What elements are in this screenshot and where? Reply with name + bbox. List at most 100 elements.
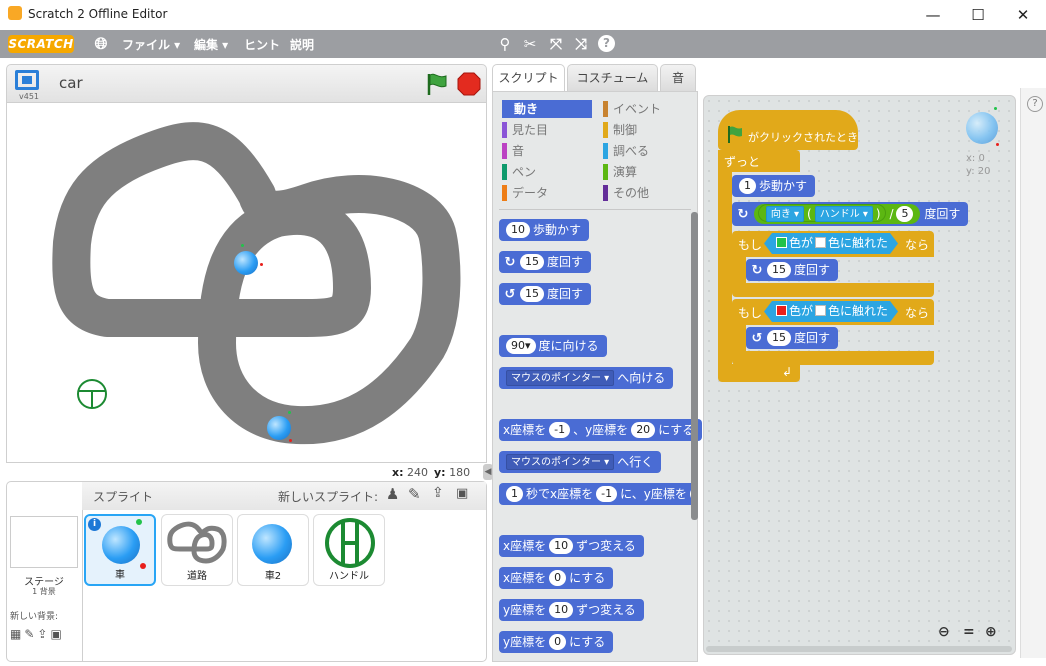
fullscreen-icon[interactable] [15,70,39,90]
scratch-logo[interactable]: SCRATCH [8,35,74,53]
upload-icon[interactable]: ⇪ [432,485,444,501]
block-palette: 動き 見た目 音 ペン データ イベント 制御 調べる 演算 その他 10 歩動か… [492,91,703,662]
color-touching-condition-2[interactable]: 色が 色に触れた [764,301,898,322]
color-touching-condition-1[interactable]: 色が 色に触れた [764,233,898,254]
menu-about[interactable]: 説明 [290,36,314,53]
car-sprite[interactable] [234,251,258,275]
block-change-x[interactable]: x座標を 10 ずつ変える [499,535,644,557]
red-sensor [260,263,263,266]
block-point-direction[interactable]: 90▾ 度に向ける [499,335,607,357]
category-motion[interactable]: 動き [502,100,592,118]
turn-left-icon: ↺ [504,287,516,302]
block-move[interactable]: 10 歩動かす [499,219,590,241]
script-turn-left[interactable]: ↺ 15 度回す [746,327,839,349]
globe-icon[interactable]: 🌐︎ [92,35,110,53]
menu-edit[interactable]: 編集 ▾ [194,36,228,53]
close-button[interactable]: ✕ [1000,0,1046,30]
help-question-icon[interactable]: ? [1027,96,1043,112]
category-data[interactable]: データ [502,184,548,202]
zoom-in-icon[interactable]: ⊕ [985,624,997,640]
block-goto[interactable]: マウスのポインター ▾ へ行く [499,451,662,473]
handle-sprite[interactable] [75,377,109,411]
cut-icon[interactable]: ✂ [521,35,539,53]
menu-bar: SCRATCH 🌐︎ ファイル ▾ 編集 ▾ ヒント 説明 ⚲ ✂ ⤧ ⤨ ? [0,30,1046,58]
car2-thumbnail [252,524,292,564]
script-move[interactable]: 1 歩動かす [732,175,816,197]
red-swatch [776,305,787,316]
duplicate-icon[interactable]: ⚲ [496,35,514,53]
turn-right-icon: ↻ [737,207,749,222]
new-backdrop-label: 新しい背景: [10,612,59,622]
sprite-label-car: 車 [115,570,125,581]
minimize-button[interactable]: — [910,0,956,30]
green-sensor-2 [288,411,291,414]
block-change-y[interactable]: y座標を 10 ずつ変える [499,599,644,621]
turn-right-icon: ↻ [751,263,763,278]
sprite-name[interactable]: car [59,74,83,92]
help-icon[interactable]: ? [598,35,615,52]
sprite-tile-car[interactable]: i 車 [84,514,156,586]
backdrop-count: 1 背景 [32,587,56,596]
sprite-label-handle: ハンドル [329,571,369,582]
hat-block[interactable]: がクリックされたとき [718,110,858,150]
scripts-area[interactable]: がクリックされたとき ずっと ↲ 1 歩動かす ↻ 向き ▾(ハンドル ▾) /5… [703,95,1016,655]
tab-scripts[interactable]: スクリプト [492,64,565,92]
window-title: Scratch 2 Offline Editor [28,7,168,21]
camera-icon[interactable]: ▣ [456,486,468,501]
hat-label: がクリックされたとき [748,131,858,144]
zoom-out-icon[interactable]: ⊖ [938,624,950,640]
green-flag-icon[interactable] [425,71,449,97]
block-point-towards[interactable]: マウスのポインター ▾ へ向ける [499,367,674,389]
sprite-tile-road[interactable]: 道路 [161,514,233,586]
if-block-1[interactable]: もし 色が 色に触れた なら [732,231,934,257]
stage-header: v451 car [6,64,487,102]
block-goto-xy[interactable]: x座標を -1 、y座標を 20 にする [499,419,703,441]
block-set-x[interactable]: x座標を 0 にする [499,567,614,589]
tab-costumes[interactable]: コスチューム [567,64,658,91]
paint-brush-icon[interactable]: ✎ [408,485,421,503]
script-turn-right[interactable]: ↻ 15 度回す [746,259,839,281]
car2-sprite[interactable] [267,416,291,440]
stage-thumbnail[interactable] [10,516,78,568]
info-icon[interactable]: i [88,518,101,531]
category-operators[interactable]: 演算 [603,163,637,181]
palette-scrollbar[interactable] [691,212,698,520]
forever-block[interactable]: ずっと [718,150,800,172]
zoom-reset-icon[interactable]: = [963,624,975,640]
sprite-label-car2: 車2 [264,571,282,582]
sprite-tile-handle[interactable]: ハンドル [313,514,385,586]
scripts-scrollbar[interactable] [706,646,1012,652]
backdrop-tools[interactable]: ▦✎⇪▣ [10,627,65,641]
category-sound[interactable]: 音 [502,142,524,160]
tab-sounds[interactable]: 音 [660,64,696,91]
block-glide[interactable]: 1秒でx座標を-1に、y座標を2 [499,483,695,505]
shrink-icon[interactable]: ⤨ [572,35,590,53]
category-control[interactable]: 制御 [603,121,637,139]
block-turn-right[interactable]: ↻ 15 度回す [499,251,592,273]
category-pen[interactable]: ペン [502,163,536,181]
green-flag-icon [728,126,742,143]
loop-arrow-icon: ↲ [782,365,793,379]
script-turn-handle[interactable]: ↻ 向き ▾(ハンドル ▾) /5 度回す [732,202,969,226]
block-turn-left[interactable]: ↺ 15 度回す [499,283,592,305]
category-sensing[interactable]: 調べる [603,142,649,160]
red-sensor-2 [289,439,292,442]
if-block-2[interactable]: もし 色が 色に触れた なら [732,299,934,325]
sprite-tile-car2[interactable]: 車2 [237,514,309,586]
menu-tips[interactable]: ヒント [244,36,280,53]
category-looks[interactable]: 見た目 [502,121,548,139]
sprite-library-icon[interactable]: ♟ [386,485,399,503]
grow-icon[interactable]: ⤧ [547,35,565,53]
stage[interactable] [6,102,487,463]
forever-arm [718,172,732,364]
category-events[interactable]: イベント [603,100,661,118]
sprite-label-road: 道路 [187,571,207,582]
turn-right-icon: ↻ [504,255,516,270]
menu-file[interactable]: ファイル ▾ [122,36,180,53]
mouse-coordinates: x: 240 [392,466,428,479]
stop-icon[interactable] [457,72,481,96]
block-set-y[interactable]: y座標を 0 にする [499,631,614,653]
category-more-blocks[interactable]: その他 [603,184,649,202]
white-swatch [815,305,826,316]
maximize-button[interactable]: ☐ [955,0,1001,30]
